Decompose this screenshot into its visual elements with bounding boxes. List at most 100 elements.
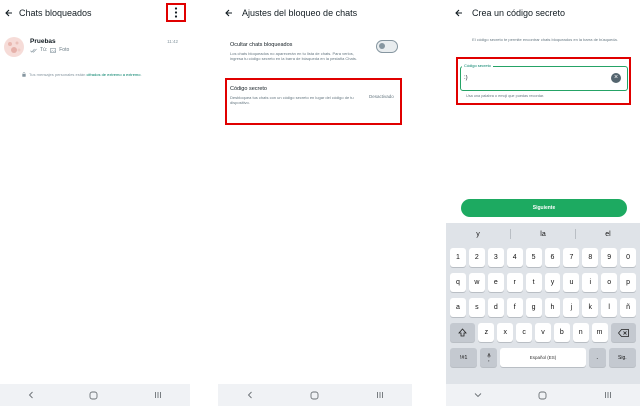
space-key[interactable]: Español (ES) (500, 348, 586, 367)
key[interactable]: 0 (620, 248, 637, 267)
key[interactable]: v (535, 323, 551, 342)
key[interactable]: n (572, 323, 589, 342)
key[interactable]: z (478, 323, 495, 342)
key[interactable]: p (620, 273, 637, 292)
key[interactable]: c (516, 323, 533, 342)
key[interactable]: 6 (544, 248, 561, 267)
suggestion-item[interactable]: la (511, 231, 575, 238)
key[interactable]: k (582, 298, 599, 317)
secret-code-label: Código secreto (230, 86, 267, 92)
chat-time: 11:42 (167, 39, 178, 44)
lock-icon (22, 72, 26, 77)
shift-icon (458, 328, 468, 337)
key[interactable]: 5 (525, 248, 542, 267)
top-bar: Ajustes del bloqueo de chats (218, 0, 412, 26)
key[interactable]: 3 (487, 248, 504, 267)
hide-locked-chats-toggle[interactable] (376, 40, 398, 53)
nav-recents-icon[interactable] (376, 391, 384, 399)
secret-code-description: Desbloquea tus chats con un código secre… (230, 95, 354, 106)
secret-code-status: Desactivado (369, 94, 394, 99)
nav-home-icon[interactable] (310, 391, 319, 400)
back-arrow-icon[interactable] (4, 8, 14, 18)
encryption-notice: Tus mensajes personales están cifrados d… (22, 72, 142, 77)
letter-row-q: q w e r t y u i o p (450, 273, 637, 292)
next-button[interactable]: Siguiente (461, 199, 627, 217)
key[interactable]: u (563, 273, 580, 292)
key[interactable]: y (544, 273, 561, 292)
nav-home-icon[interactable] (538, 391, 547, 400)
key[interactable]: s (468, 298, 485, 317)
more-vertical-icon (174, 7, 178, 18)
page-title: Ajustes del bloqueo de chats (242, 8, 358, 18)
hide-locked-chats-description: Los chats bloqueados no aparecerán en tu… (230, 51, 357, 62)
bottom-key-row: !#1 , Español (ES) . Sig. (450, 348, 637, 367)
key[interactable]: a (450, 298, 466, 317)
key[interactable]: j (563, 298, 580, 317)
secret-code-input[interactable] (464, 72, 604, 84)
create-secret-code-screen: Crea un código secreto El código secreto… (446, 0, 640, 406)
back-arrow-icon[interactable] (454, 8, 464, 18)
enter-key[interactable]: Sig. (608, 348, 637, 367)
chat-preview-text: Foto (59, 47, 70, 53)
suggestion-bar: y la el (446, 223, 640, 245)
top-bar: Crea un código secreto (446, 0, 640, 26)
chat-preview-sender: Tú: (40, 47, 48, 53)
key[interactable]: i (582, 273, 599, 292)
key[interactable]: d (487, 298, 504, 317)
secret-code-field[interactable]: × (460, 66, 628, 91)
secret-code-field-label: Código secreto (462, 63, 493, 68)
suggestion-item[interactable]: el (576, 231, 640, 238)
nav-home-icon[interactable] (89, 391, 98, 400)
toggle-knob (379, 43, 385, 49)
key[interactable]: b (553, 323, 570, 342)
nav-back-icon[interactable] (28, 391, 34, 399)
chat-name: Pruebas (30, 38, 56, 45)
top-bar: Chats bloqueados (0, 0, 190, 26)
hide-locked-chats-label: Ocultar chats bloqueados (230, 42, 293, 48)
nav-back-icon[interactable] (247, 391, 253, 399)
key[interactable]: 4 (506, 248, 523, 267)
on-screen-keyboard: y la el 1 2 3 4 5 6 7 8 9 0 q w e r t y … (446, 223, 640, 384)
back-arrow-icon[interactable] (224, 8, 234, 18)
period-key[interactable]: . (588, 348, 606, 367)
more-options-button[interactable] (166, 3, 186, 22)
key[interactable]: 9 (601, 248, 618, 267)
key[interactable]: 2 (468, 248, 485, 267)
backspace-key[interactable] (610, 323, 636, 342)
avatar (4, 37, 24, 57)
key[interactable]: ñ (620, 298, 637, 317)
chat-lock-settings-screen: Ajustes del bloqueo de chats Ocultar cha… (218, 0, 412, 406)
comma-key[interactable]: , (480, 348, 498, 367)
key[interactable]: g (525, 298, 542, 317)
key[interactable]: m (591, 323, 608, 342)
number-row: 1 2 3 4 5 6 7 8 9 0 (450, 248, 637, 267)
key[interactable]: q (450, 273, 466, 292)
photo-icon (50, 47, 57, 53)
suggestion-item[interactable]: y (446, 231, 510, 238)
secret-code-info: El código secreto te permite encontrar c… (472, 37, 618, 42)
key[interactable]: x (497, 323, 514, 342)
encryption-link[interactable]: cifrados de extremo a extremo (86, 72, 140, 77)
backspace-icon (617, 328, 629, 337)
nav-recents-icon[interactable] (604, 391, 612, 399)
symbols-key[interactable]: !#1 (450, 348, 478, 367)
key[interactable]: l (601, 298, 618, 317)
system-nav-bar (446, 384, 640, 406)
key[interactable]: r (506, 273, 523, 292)
key[interactable]: 1 (450, 248, 466, 267)
page-title: Chats bloqueados (19, 8, 92, 18)
key[interactable]: h (544, 298, 561, 317)
nav-back-chevron-icon[interactable] (474, 392, 482, 398)
key[interactable]: 8 (582, 248, 599, 267)
key[interactable]: w (468, 273, 485, 292)
nav-recents-icon[interactable] (154, 391, 162, 399)
key[interactable]: t (525, 273, 542, 292)
letter-row-z: z x c v b n m (450, 323, 636, 342)
comma-key-label: , (487, 356, 490, 363)
key[interactable]: o (601, 273, 618, 292)
clear-icon[interactable]: × (611, 73, 621, 83)
key[interactable]: e (487, 273, 504, 292)
key[interactable]: f (506, 298, 523, 317)
key[interactable]: 7 (563, 248, 580, 267)
shift-key[interactable] (450, 323, 476, 342)
